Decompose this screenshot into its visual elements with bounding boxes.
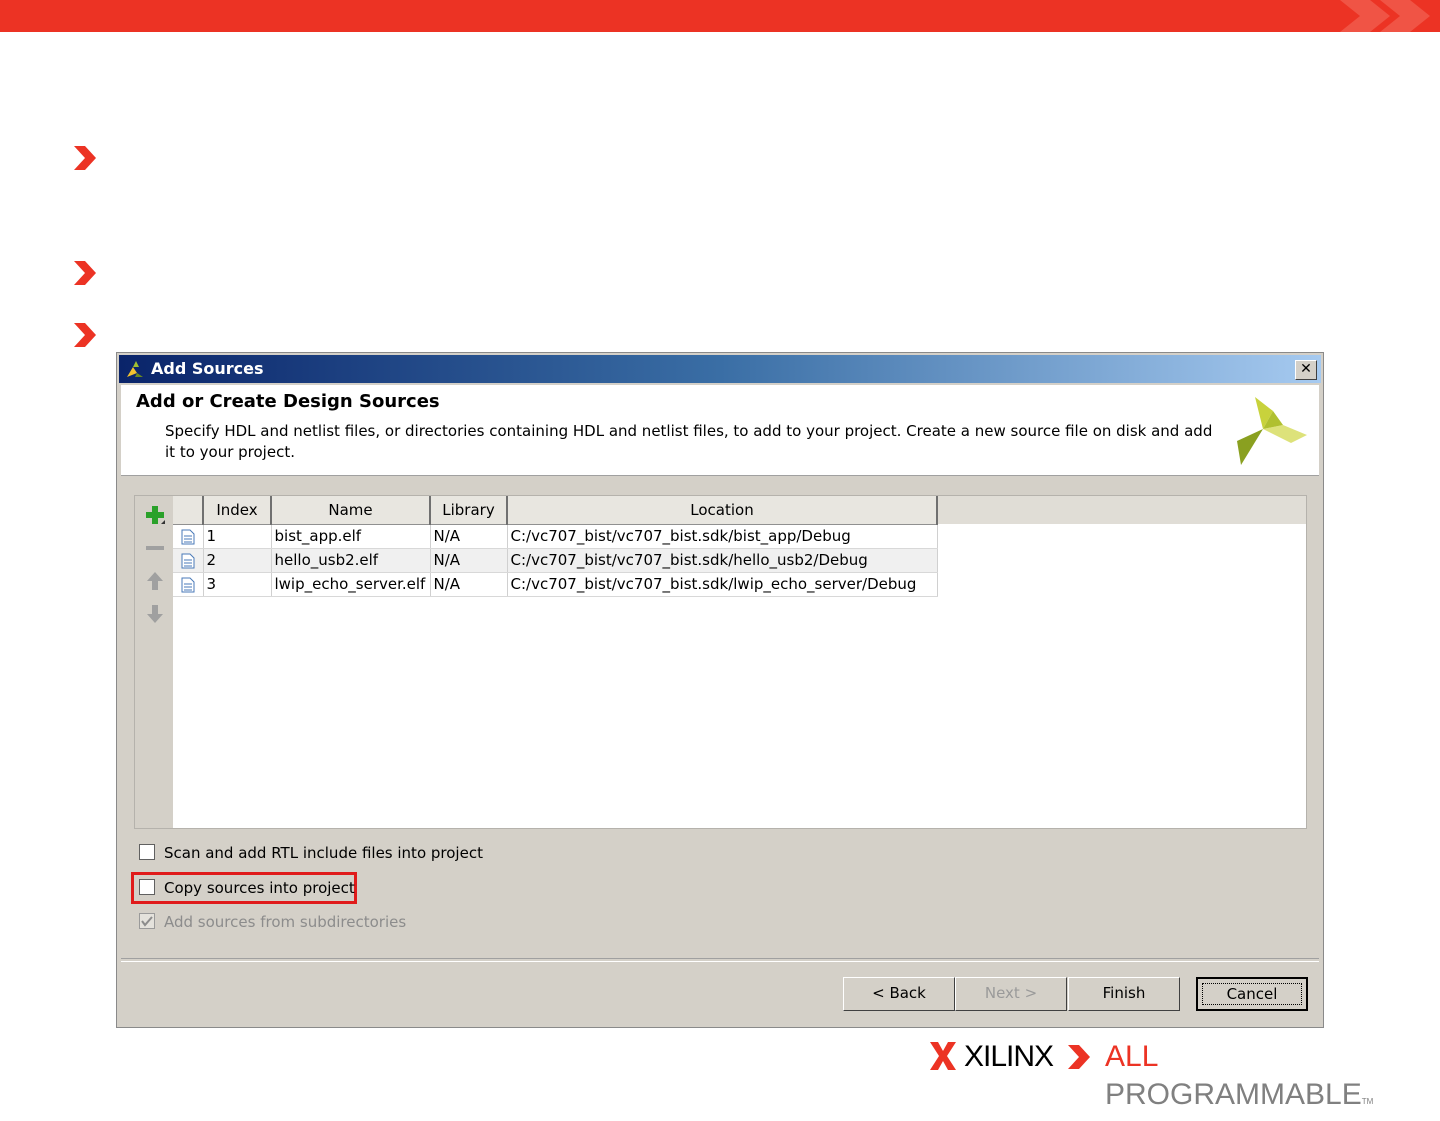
table-toolbar	[135, 496, 173, 828]
copy-sources-checkbox[interactable]	[139, 879, 155, 895]
add-subdirs-label: Add sources from subdirectories	[164, 913, 407, 931]
move-up-icon[interactable]	[144, 570, 166, 592]
add-sources-dialog: Add Sources ✕ Add or Create Design Sourc…	[116, 352, 1324, 1028]
move-down-icon[interactable]	[144, 603, 166, 625]
cell-library: N/A	[430, 524, 508, 549]
cell-library: N/A	[430, 548, 508, 573]
cell-location: C:/vc707_bist/vc707_bist.sdk/bist_app/De…	[507, 524, 938, 549]
banner-chevron-decoration	[1340, 0, 1430, 32]
top-banner	[0, 0, 1440, 32]
cell-library: N/A	[430, 572, 508, 597]
button-separator	[121, 958, 1319, 962]
column-header-name[interactable]: Name	[271, 496, 431, 525]
copy-sources-label: Copy sources into project	[164, 879, 355, 897]
file-cell	[173, 548, 204, 573]
scan-rtl-checkbox[interactable]	[139, 844, 155, 860]
finish-button[interactable]: Finish	[1068, 977, 1180, 1011]
add-icon[interactable]	[144, 504, 166, 526]
cell-location: C:/vc707_bist/vc707_bist.sdk/lwip_echo_s…	[507, 572, 938, 597]
cell-name: hello_usb2.elf	[271, 548, 431, 573]
column-header-location[interactable]: Location	[507, 496, 938, 525]
table-row[interactable]: 3 lwip_echo_server.elf N/A C:/vc707_bist…	[173, 572, 938, 597]
xilinx-branding: XILINX ALL PROGRAMMABLETM	[930, 1038, 1430, 1111]
scan-rtl-label: Scan and add RTL include files into proj…	[164, 844, 483, 862]
bullet-chevron-icon	[74, 323, 96, 347]
file-icon	[181, 577, 195, 592]
cell-name: bist_app.elf	[271, 524, 431, 549]
table-row[interactable]: 1 bist_app.elf N/A C:/vc707_bist/vc707_b…	[173, 524, 938, 549]
file-cell	[173, 572, 204, 597]
vivado-logo-icon	[1237, 397, 1307, 465]
table-row[interactable]: 2 hello_usb2.elf N/A C:/vc707_bist/vc707…	[173, 548, 938, 573]
file-cell	[173, 524, 204, 549]
column-header-library[interactable]: Library	[430, 496, 508, 525]
sources-table: Index Name Library Location 1 bist_app.e…	[173, 496, 938, 597]
xilinx-logo-icon	[930, 1042, 956, 1070]
remove-icon[interactable]	[144, 537, 166, 559]
column-header-index[interactable]: Index	[203, 496, 272, 525]
tagline-first: ALL	[1105, 1040, 1158, 1073]
bullet-chevron-icon	[74, 261, 96, 285]
header-description: Specify HDL and netlist files, or direct…	[165, 422, 1213, 461]
cancel-button[interactable]: Cancel	[1196, 977, 1308, 1011]
table-header-row: Index Name Library Location	[173, 496, 938, 525]
dialog-titlebar[interactable]: Add Sources ✕	[119, 355, 1321, 383]
back-button[interactable]: < Back	[843, 977, 955, 1011]
header-title: Add or Create Design Sources	[136, 391, 440, 412]
column-header-icon[interactable]	[173, 496, 204, 525]
dialog-header: Add or Create Design Sources Specify HDL…	[121, 385, 1319, 476]
company-name: XILINX	[964, 1040, 1054, 1073]
cell-index: 2	[203, 548, 272, 573]
file-icon	[181, 529, 195, 544]
sources-table-frame: Index Name Library Location 1 bist_app.e…	[134, 495, 1307, 829]
tagline-rest: PROGRAMMABLE	[1105, 1078, 1362, 1111]
cell-name: lwip_echo_server.elf	[271, 572, 431, 597]
cell-index: 3	[203, 572, 272, 597]
dialog-title: Add Sources	[151, 359, 264, 378]
checkmark-icon	[141, 916, 153, 927]
cell-location: C:/vc707_bist/vc707_bist.sdk/hello_usb2/…	[507, 548, 938, 573]
trademark: TM	[1361, 1097, 1374, 1106]
cell-index: 1	[203, 524, 272, 549]
chevron-icon	[1068, 1045, 1090, 1069]
close-icon: ✕	[1300, 361, 1312, 377]
add-subdirs-checkbox	[139, 913, 155, 929]
bullet-chevron-icon	[74, 146, 96, 170]
close-button[interactable]: ✕	[1295, 360, 1317, 380]
file-icon	[181, 553, 195, 568]
next-button: Next >	[955, 977, 1067, 1011]
focus-ring	[1202, 983, 1302, 1005]
vivado-app-icon	[127, 361, 143, 377]
